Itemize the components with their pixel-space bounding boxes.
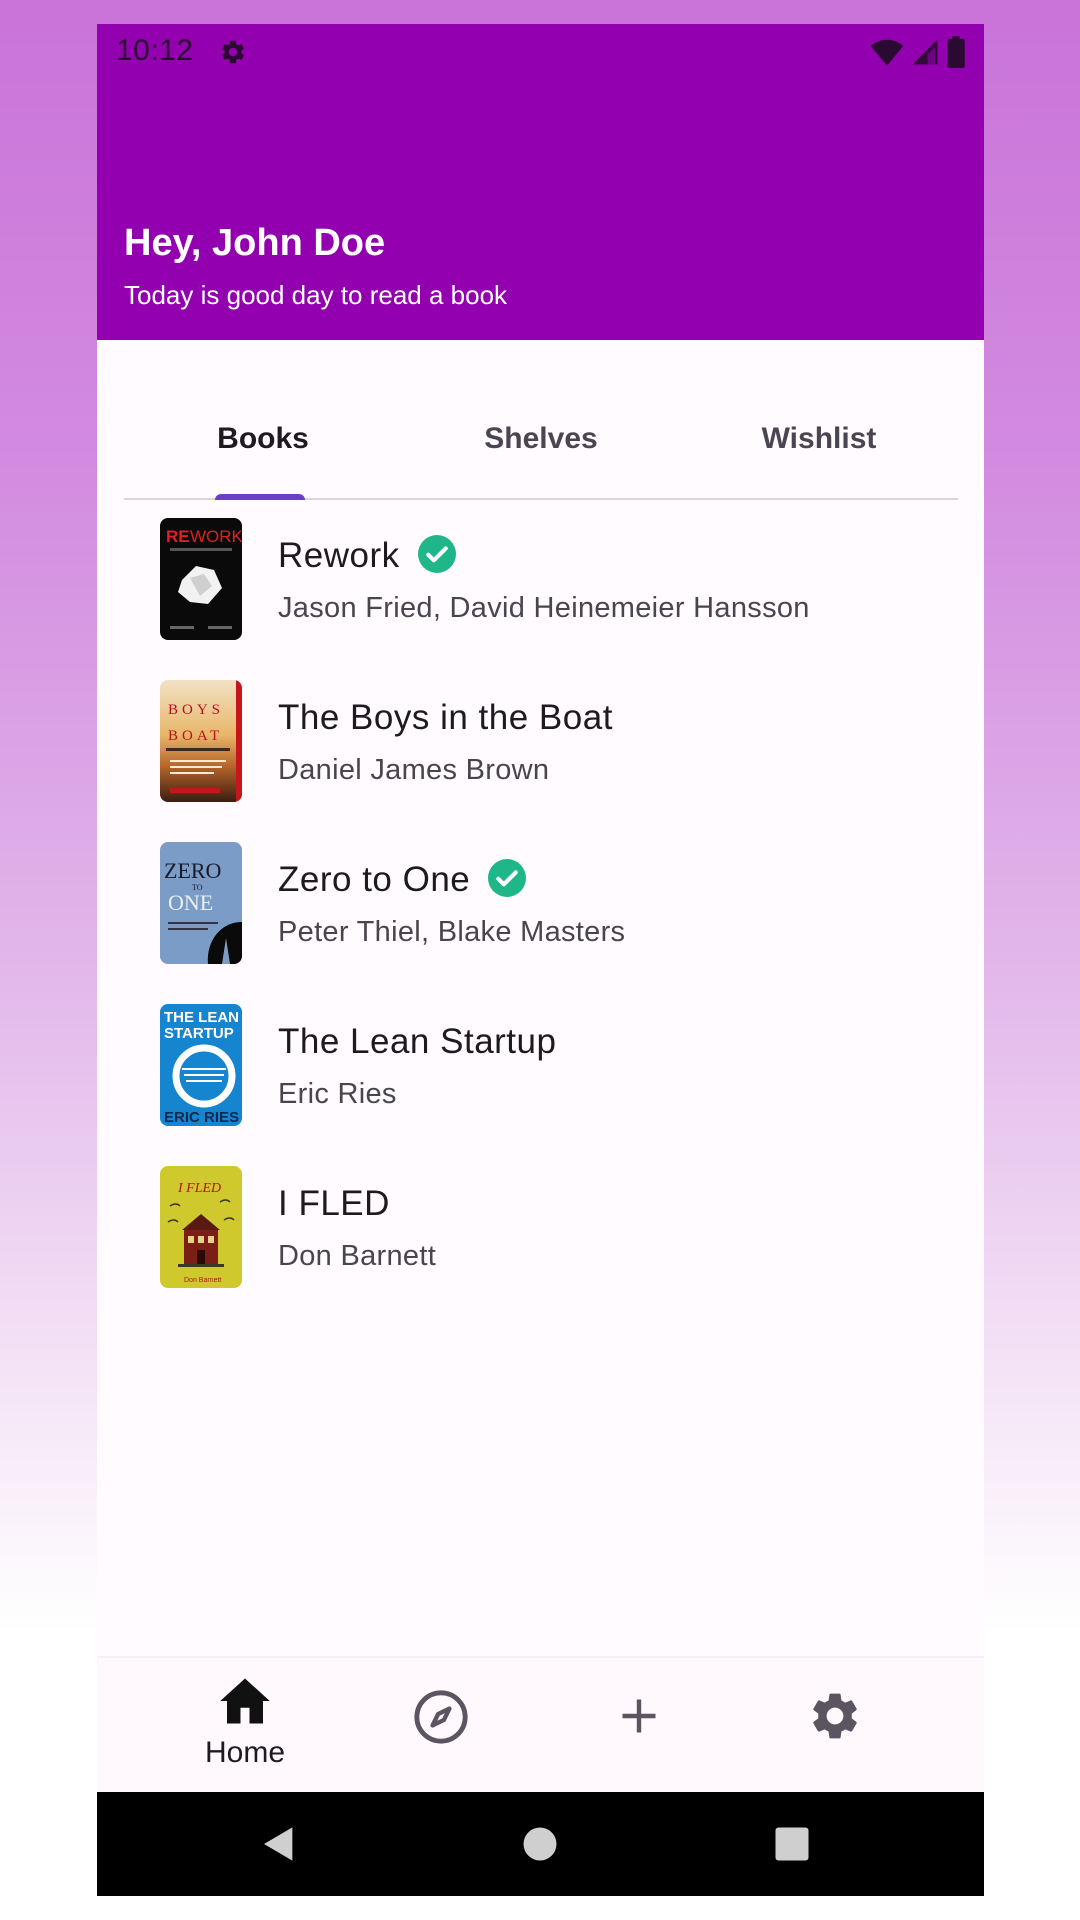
nav-explore[interactable] [381, 1676, 501, 1776]
tab-shelves[interactable]: Shelves [402, 422, 680, 456]
svg-text:BOYS: BOYS [168, 702, 224, 718]
svg-text:ZERO: ZERO [164, 858, 221, 883]
settings-icon [813, 1693, 857, 1739]
book-author: Jason Fried, David Heinemeier Hansson [278, 592, 810, 624]
nav-add[interactable] [579, 1676, 699, 1776]
svg-text:BOAT: BOAT [168, 728, 223, 744]
svg-text:THE LEAN: THE LEAN [164, 1009, 239, 1026]
battery-icon [947, 36, 965, 68]
book-cover-rework: RE WORK [160, 518, 242, 640]
wifi-icon [870, 39, 904, 66]
finished-check-icon [417, 534, 456, 573]
tab-books[interactable]: Books [124, 422, 402, 456]
home-circle-icon[interactable] [522, 1826, 558, 1862]
svg-text:RE: RE [166, 527, 190, 546]
nav-settings[interactable] [775, 1676, 895, 1776]
book-title: The Lean Startup [278, 1022, 557, 1061]
book-cover-boys-in-the-boat: BOYS BOAT [160, 680, 242, 802]
explore-icon [414, 1690, 468, 1744]
book-author: Peter Thiel, Blake Masters [278, 916, 626, 948]
tab-bar: Books Shelves Wishlist [124, 404, 958, 500]
greeting-subtitle: Today is good day to read a book [124, 280, 508, 310]
greeting-title: Hey, John Doe [124, 222, 386, 264]
svg-text:WORK: WORK [190, 527, 242, 546]
book-author: Eric Ries [278, 1078, 397, 1110]
book-author: Daniel James Brown [278, 754, 550, 786]
book-cover-zero-to-one: ZERO TO ONE [160, 842, 242, 964]
list-item[interactable]: BOYS BOAT The Boys in the Boat Daniel Ja… [97, 660, 984, 822]
add-icon [622, 1699, 656, 1733]
nav-home[interactable]: Home [185, 1676, 305, 1776]
finished-check-icon [488, 858, 527, 897]
svg-text:I FLED: I FLED [177, 1181, 221, 1196]
list-item[interactable]: RE WORK Rework Jason Fried, David Heinem… [97, 498, 984, 660]
cellular-signal-icon [912, 39, 938, 65]
system-navigation-bar [97, 1792, 984, 1896]
book-title: I FLED [278, 1184, 390, 1223]
book-title: Zero to One [278, 858, 527, 901]
book-author: Don Barnett [278, 1240, 437, 1272]
book-title: Rework [278, 534, 456, 577]
app-header: 10:12 Hey, John Doe Today is good day to [97, 24, 984, 340]
status-bar: 10:12 [97, 24, 984, 78]
bottom-navigation: Home [97, 1656, 984, 1794]
status-time: 10:12 [116, 34, 194, 67]
status-icons [870, 36, 966, 68]
book-title: The Boys in the Boat [278, 698, 613, 737]
tab-wishlist[interactable]: Wishlist [680, 422, 958, 456]
book-cover-lean-startup: THE LEAN STARTUP ERIC RIES [160, 1004, 242, 1126]
recents-icon[interactable] [774, 1826, 810, 1862]
back-icon[interactable] [259, 1824, 299, 1864]
book-cover-i-fled: I FLED Don Barnett [160, 1166, 242, 1288]
app-screen: 10:12 Hey, John Doe Today is good day to [97, 24, 984, 1896]
list-item[interactable]: THE LEAN STARTUP ERIC RIES The Lean Star… [97, 984, 984, 1146]
list-item[interactable]: I FLED Don Barnett I FLED Don Barnett [97, 1146, 984, 1308]
svg-text:Don Barnett: Don Barnett [184, 1277, 221, 1284]
home-icon [220, 1678, 270, 1724]
svg-text:ONE: ONE [168, 890, 213, 915]
settings-notification-icon [222, 40, 244, 64]
svg-text:ERIC RIES: ERIC RIES [164, 1109, 239, 1126]
list-item[interactable]: ZERO TO ONE Zero to One Peter Thiel, Bla… [97, 822, 984, 984]
svg-text:STARTUP: STARTUP [164, 1025, 234, 1042]
nav-home-label: Home [204, 1736, 286, 1769]
